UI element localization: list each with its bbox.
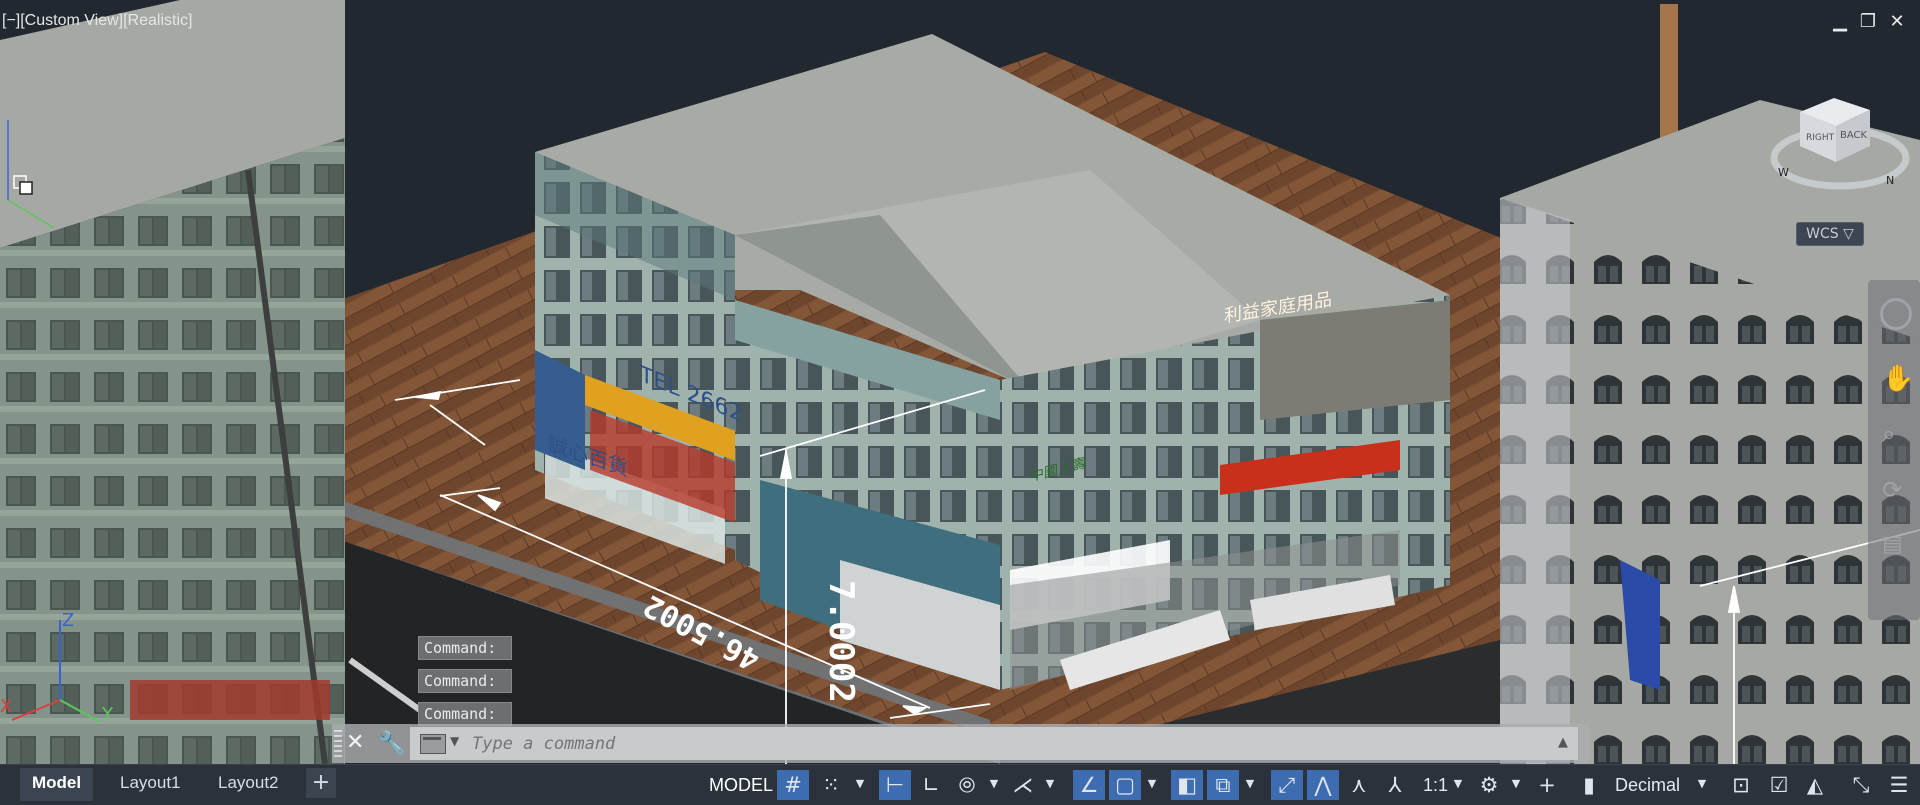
- orbit-icon[interactable]: ⟳: [1882, 476, 1902, 504]
- units-caret-icon[interactable]: ▼: [1695, 777, 1709, 790]
- status-bar: Model Layout1 Layout2 + MODEL # ⁙ ▼ ⊢ ∟ …: [0, 764, 1920, 805]
- annotation-monitor-icon[interactable]: +: [1531, 770, 1563, 800]
- command-history-up-icon[interactable]: ▲: [1558, 735, 1568, 750]
- isodraft-icon[interactable]: ⋌: [1007, 770, 1039, 800]
- annotation-scale-caret-icon[interactable]: ▼: [1451, 777, 1465, 790]
- viewport-controls-label[interactable]: [−][Custom View][Realistic]: [2, 12, 192, 30]
- snap-icon[interactable]: ⁙: [815, 770, 847, 800]
- svg-text:Y: Y: [101, 704, 114, 725]
- showmotion-icon[interactable]: ▤: [1882, 532, 1903, 557]
- units-icon[interactable]: ▮: [1573, 770, 1605, 800]
- units-selector[interactable]: Decimal: [1615, 772, 1680, 798]
- status-bar-tools: MODEL # ⁙ ▼ ⊢ ∟ ⦾ ▼ ⋌ ▼ ∠ ▢ ▼ ◧ ⧉ ▼ ⤢ ⋀ …: [705, 765, 1920, 805]
- viewcube-right-face[interactable]: RIGHT: [1806, 133, 1835, 143]
- selection-cycling-icon[interactable]: ⧉: [1207, 770, 1239, 800]
- command-input-area[interactable]: ▼ ▲: [410, 727, 1578, 760]
- customization-icon[interactable]: ☰: [1883, 770, 1915, 800]
- viewport-restore-icon[interactable]: ❐: [1857, 12, 1879, 32]
- close-command-line-icon[interactable]: ✕: [346, 728, 364, 758]
- tab-model[interactable]: Model: [20, 768, 94, 801]
- tab-layout1[interactable]: Layout1: [108, 768, 193, 798]
- recent-commands-icon[interactable]: [420, 734, 446, 754]
- command-line[interactable]: ✕ 🔧 ▼ ▲: [332, 724, 1590, 763]
- drawing-viewport[interactable]: 46.5002 7.0002 誠心百貨 TEL 2662 利益家庭用品 中國人壽…: [0, 0, 1920, 764]
- ortho-icon[interactable]: ∟: [915, 770, 947, 800]
- command-history-line: Command:: [418, 702, 512, 726]
- isodraft-menu-caret-icon[interactable]: ▼: [1043, 777, 1057, 790]
- svg-text:Z: Z: [62, 610, 74, 631]
- command-history-line: Command:: [418, 669, 512, 693]
- annotation-visibility-icon[interactable]: ⋏: [1343, 770, 1375, 800]
- workspace-menu-caret-icon[interactable]: ▼: [1509, 777, 1523, 790]
- command-line-grip[interactable]: [334, 730, 342, 758]
- grid-icon[interactable]: #: [777, 770, 809, 800]
- isolate-objects-icon[interactable]: ◭: [1799, 770, 1831, 800]
- svg-text:X: X: [0, 696, 12, 717]
- compass-north: N: [1886, 174, 1894, 187]
- wcs-menu[interactable]: WCS ▽: [1796, 222, 1864, 246]
- dimension-vertical-text: 7.0002: [821, 580, 861, 703]
- 3d-scene[interactable]: 46.5002 7.0002 誠心百貨 TEL 2662 利益家庭用品 中國人壽…: [0, 0, 1920, 764]
- viewport-minimize-icon[interactable]: ▁: [1829, 12, 1851, 32]
- command-history: Command: Command: Command:: [418, 636, 512, 735]
- object-snap-icon[interactable]: ▢: [1109, 770, 1141, 800]
- steering-wheel-icon[interactable]: [1880, 298, 1912, 330]
- object-snap-menu-caret-icon[interactable]: ▼: [1145, 777, 1159, 790]
- clean-screen-icon[interactable]: ⤡: [1845, 770, 1877, 800]
- autoscale-icon[interactable]: ⅄: [1379, 770, 1411, 800]
- viewcube[interactable]: RIGHT BACK W N: [1760, 88, 1910, 198]
- customize-wrench-icon[interactable]: 🔧: [378, 730, 405, 758]
- polar-menu-caret-icon[interactable]: ▼: [987, 777, 1001, 790]
- dynamic-ucs-icon[interactable]: ⤢: [1271, 770, 1303, 800]
- pan-icon[interactable]: ✋: [1882, 364, 1914, 394]
- tab-layout2[interactable]: Layout2: [206, 768, 291, 798]
- transparency-icon[interactable]: ◧: [1171, 770, 1203, 800]
- compass-west: W: [1778, 166, 1789, 179]
- dynamic-input-icon[interactable]: ⊢: [879, 770, 911, 800]
- model-space-button[interactable]: MODEL: [705, 771, 777, 799]
- annotation-scale[interactable]: 1:1: [1423, 772, 1448, 798]
- command-history-line: Command:: [418, 636, 512, 660]
- gizmo-icon[interactable]: ⋀: [1307, 770, 1339, 800]
- lock-ui-icon[interactable]: ☑: [1763, 770, 1795, 800]
- viewport-close-icon[interactable]: ✕: [1886, 12, 1908, 32]
- selection-menu-caret-icon[interactable]: ▼: [1243, 777, 1257, 790]
- polar-icon[interactable]: ⦾: [951, 770, 983, 800]
- quick-properties-icon[interactable]: ⊡: [1725, 770, 1757, 800]
- add-layout-icon[interactable]: +: [306, 768, 336, 798]
- navigation-bar[interactable]: ✋ ⌕ ⟳ ▤: [1868, 280, 1920, 620]
- recent-commands-caret-icon[interactable]: ▼: [450, 734, 459, 748]
- object-snap-tracking-icon[interactable]: ∠: [1073, 770, 1105, 800]
- workspace-gear-icon[interactable]: ⚙: [1473, 770, 1505, 800]
- snap-menu-caret-icon[interactable]: ▼: [853, 777, 867, 790]
- viewcube-back-face[interactable]: BACK: [1840, 130, 1868, 141]
- command-input[interactable]: [470, 730, 1474, 758]
- zoom-icon[interactable]: ⌕: [1882, 420, 1895, 448]
